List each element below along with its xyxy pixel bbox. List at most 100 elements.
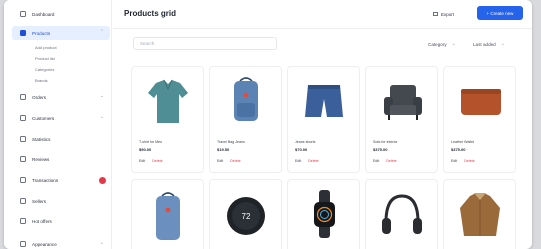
category-select[interactable]: Category ⌄ bbox=[428, 38, 456, 50]
product-card[interactable]: Sofa for interior $375.00 Edit Delete bbox=[365, 66, 438, 173]
sidebar-item-label: Appearance bbox=[32, 241, 57, 247]
sidebar-item-reviews[interactable]: Reviews bbox=[12, 152, 110, 166]
thermostat-icon: 72 bbox=[227, 197, 265, 235]
product-price: $375.00 bbox=[373, 147, 388, 152]
sidebar-item-label: Sellers bbox=[32, 198, 47, 204]
product-card[interactable] bbox=[131, 179, 204, 249]
product-name: T-shirt for Men bbox=[139, 140, 163, 144]
sidebar-item-label: Statistics bbox=[32, 136, 51, 142]
export-button[interactable]: Export bbox=[429, 8, 458, 20]
sidebar-item-label: Reviews bbox=[32, 156, 50, 162]
sidebar-item-transactions[interactable]: Transactions bbox=[12, 173, 110, 187]
home-icon bbox=[20, 11, 26, 17]
chevron-up-icon: ⌃ bbox=[99, 29, 104, 35]
wallet-icon bbox=[461, 89, 501, 115]
product-card[interactable] bbox=[287, 179, 360, 249]
card-actions: Edit Delete bbox=[451, 159, 475, 163]
delete-button[interactable]: Delete bbox=[386, 159, 396, 163]
headphones-icon bbox=[382, 194, 422, 234]
jacket-icon bbox=[460, 193, 500, 236]
delete-button[interactable]: Delete bbox=[230, 159, 240, 163]
sort-select-label: Last added bbox=[473, 41, 496, 47]
sidebar-item-statistics[interactable]: Statistics bbox=[12, 132, 110, 146]
smartwatch-icon bbox=[314, 190, 335, 238]
product-price: $70.00 bbox=[295, 147, 308, 152]
product-name: Sofa for interior bbox=[373, 140, 398, 144]
sidebar-item-hot-offers[interactable]: Hot offers bbox=[12, 214, 110, 228]
product-name: Travel Bag Jeans bbox=[217, 140, 245, 144]
transfer-icon bbox=[20, 177, 26, 183]
export-icon bbox=[433, 12, 438, 16]
divider bbox=[113, 28, 532, 29]
box-icon bbox=[20, 30, 26, 36]
sidebar-item-label: Customers bbox=[32, 115, 55, 121]
sidebar-item-products[interactable]: Products ⌃ bbox=[12, 26, 110, 40]
product-price: $375.00 bbox=[451, 147, 466, 152]
product-card[interactable]: Leather Wallet $375.00 Edit Delete bbox=[443, 66, 516, 173]
product-card[interactable]: Travel Bag Jeans $19.50 Edit Delete bbox=[209, 66, 282, 173]
brush-icon bbox=[20, 241, 26, 247]
sort-select[interactable]: Last added ⌄ bbox=[473, 38, 505, 50]
product-card[interactable]: T-shirt for Men $90.00 Edit Delete bbox=[131, 66, 204, 173]
sidebar-item-label: Dashboard bbox=[32, 11, 55, 17]
shorts-icon bbox=[305, 85, 343, 117]
chevron-down-icon: ⌄ bbox=[500, 41, 505, 47]
app-window: Dashboard Products ⌃ Add product Product… bbox=[4, 0, 532, 249]
delete-button[interactable]: Delete bbox=[464, 159, 474, 163]
sidebar-item-label: Hot offers bbox=[32, 218, 52, 224]
sidebar: Dashboard Products ⌃ Add product Product… bbox=[4, 0, 112, 249]
product-card[interactable] bbox=[443, 179, 516, 249]
cart-icon bbox=[20, 94, 26, 100]
edit-button[interactable]: Edit bbox=[295, 159, 301, 163]
sidebar-item-label: Transactions bbox=[32, 177, 59, 183]
chart-icon bbox=[20, 136, 26, 142]
edit-button[interactable]: Edit bbox=[139, 159, 145, 163]
sidebar-subitem-add-product[interactable]: Add product bbox=[35, 45, 57, 50]
card-actions: Edit Delete bbox=[373, 159, 397, 163]
tag-icon bbox=[20, 218, 26, 224]
sidebar-subitem-categories[interactable]: Categories bbox=[35, 67, 54, 72]
user-icon bbox=[20, 115, 26, 121]
sidebar-item-customers[interactable]: Customers ⌄ bbox=[12, 111, 110, 125]
sidebar-item-sellers[interactable]: Sellers bbox=[12, 194, 110, 208]
armchair-icon bbox=[384, 85, 422, 120]
sidebar-item-orders[interactable]: Orders ⌄ bbox=[12, 90, 110, 104]
star-icon bbox=[20, 156, 26, 162]
product-price: $90.00 bbox=[139, 147, 152, 152]
product-card[interactable]: Jeans shorts $70.00 Edit Delete bbox=[287, 66, 360, 173]
export-label: Export bbox=[441, 11, 455, 17]
notification-badge bbox=[99, 176, 106, 184]
delete-button[interactable]: Delete bbox=[152, 159, 162, 163]
backpack-icon bbox=[234, 77, 258, 121]
main-content: Products grid Export + Create new Search… bbox=[113, 0, 532, 249]
product-price: $19.50 bbox=[217, 147, 230, 152]
page-title: Products grid bbox=[124, 9, 177, 18]
sidebar-item-label: Products bbox=[32, 30, 51, 36]
edit-button[interactable]: Edit bbox=[451, 159, 457, 163]
chevron-down-icon: ⌄ bbox=[451, 41, 456, 47]
sidebar-item-dashboard[interactable]: Dashboard bbox=[12, 7, 110, 21]
chevron-down-icon: ⌄ bbox=[99, 93, 104, 99]
card-actions: Edit Delete bbox=[295, 159, 319, 163]
chevron-down-icon: ⌄ bbox=[99, 240, 104, 246]
sidebar-item-appearance[interactable]: Appearance ⌄ bbox=[12, 237, 110, 249]
backpack-icon bbox=[156, 192, 180, 240]
chevron-down-icon: ⌄ bbox=[99, 114, 104, 120]
polo-shirt-icon bbox=[148, 79, 188, 123]
product-name: Leather Wallet bbox=[451, 140, 475, 144]
thermostat-reading: 72 bbox=[242, 212, 251, 221]
product-card[interactable] bbox=[365, 179, 438, 249]
sidebar-subitem-product-list[interactable]: Product list bbox=[35, 56, 55, 61]
product-name: Jeans shorts bbox=[295, 140, 316, 144]
product-card[interactable]: 72 bbox=[209, 179, 282, 249]
search-input[interactable]: Search bbox=[133, 37, 277, 50]
store-icon bbox=[20, 198, 26, 204]
edit-button[interactable]: Edit bbox=[217, 159, 223, 163]
create-new-button[interactable]: + Create new bbox=[477, 6, 523, 20]
edit-button[interactable]: Edit bbox=[373, 159, 379, 163]
delete-button[interactable]: Delete bbox=[308, 159, 318, 163]
sidebar-subitem-brands[interactable]: Brands bbox=[35, 78, 48, 83]
card-actions: Edit Delete bbox=[139, 159, 163, 163]
sidebar-item-label: Orders bbox=[32, 94, 47, 100]
category-select-label: Category bbox=[428, 41, 447, 47]
